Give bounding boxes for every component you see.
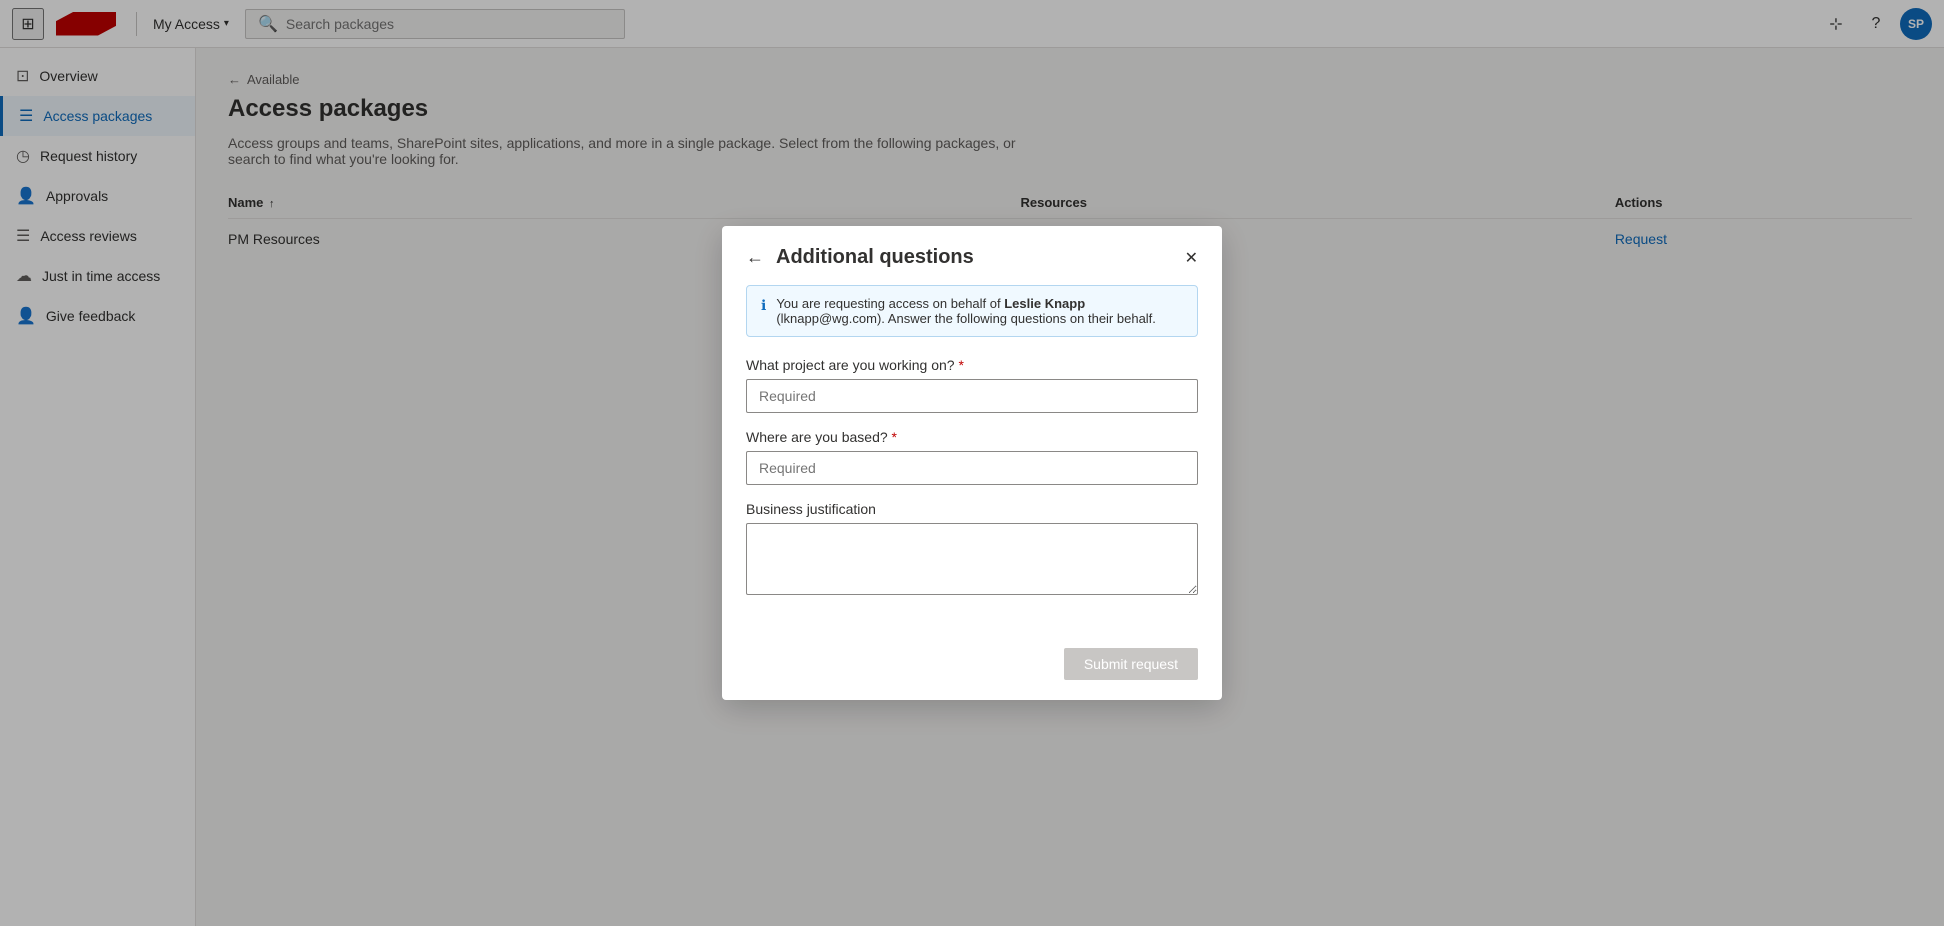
info-banner: ℹ You are requesting access on behalf of…: [746, 285, 1198, 337]
modal-overlay: ← Additional questions ✕ ℹ You are reque…: [0, 0, 1944, 926]
info-email: (lknapp@wg.com).: [776, 311, 885, 326]
info-text: You are requesting access on behalf of L…: [776, 296, 1183, 326]
modal-body: ℹ You are requesting access on behalf of…: [722, 285, 1222, 640]
info-text-after: Answer the following questions on their …: [885, 311, 1156, 326]
info-text-before: You are requesting access on behalf of: [776, 296, 1004, 311]
textarea-justification[interactable]: [746, 523, 1198, 595]
input-location[interactable]: [746, 451, 1198, 485]
modal-back-button[interactable]: ←: [746, 247, 764, 268]
additional-questions-modal: ← Additional questions ✕ ℹ You are reque…: [722, 226, 1222, 700]
required-star-project: *: [958, 357, 963, 373]
form-group-justification: Business justification: [746, 501, 1198, 600]
required-star-location: *: [892, 429, 897, 445]
label-justification: Business justification: [746, 501, 1198, 517]
modal-footer: Submit request: [722, 640, 1222, 700]
modal-header: ← Additional questions ✕: [722, 226, 1222, 285]
input-project[interactable]: [746, 379, 1198, 413]
modal-close-button[interactable]: ✕: [1185, 248, 1198, 268]
label-project: What project are you working on? *: [746, 357, 1198, 373]
info-user: Leslie Knapp: [1004, 296, 1085, 311]
info-icon: ℹ: [761, 297, 766, 326]
form-group-location: Where are you based? *: [746, 429, 1198, 485]
submit-request-button[interactable]: Submit request: [1064, 648, 1198, 680]
label-location: Where are you based? *: [746, 429, 1198, 445]
form-group-project: What project are you working on? *: [746, 357, 1198, 413]
back-arrow-icon: ←: [746, 247, 764, 268]
modal-title: Additional questions: [776, 246, 1173, 269]
close-icon: ✕: [1185, 248, 1198, 268]
